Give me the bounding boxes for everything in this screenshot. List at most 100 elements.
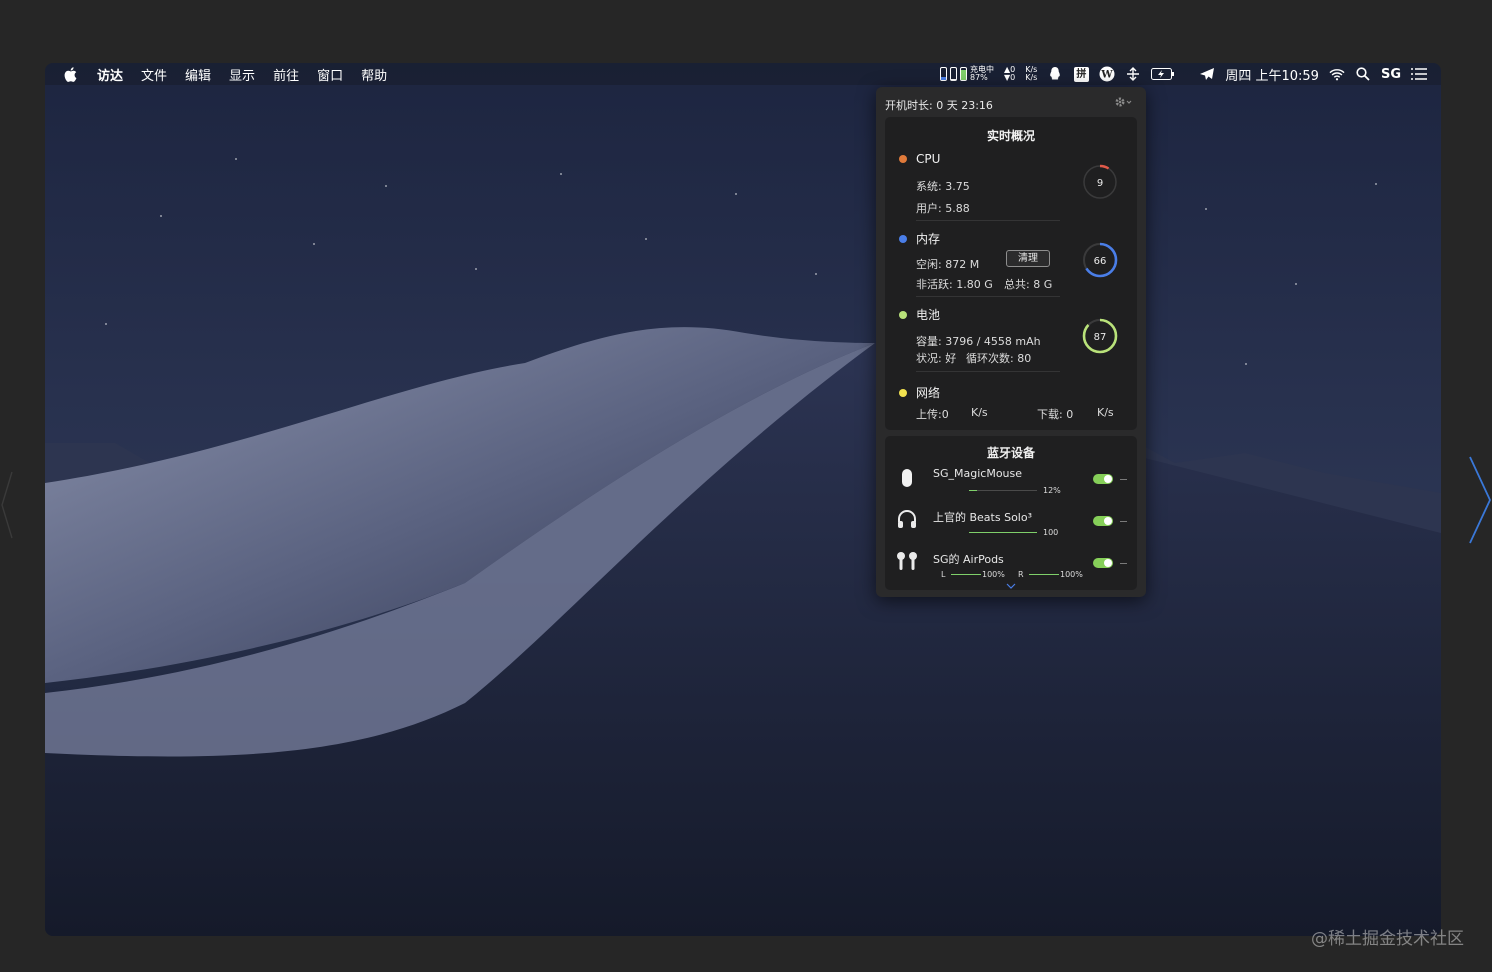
battery-ring-value: 87: [1094, 332, 1107, 343]
divider: [916, 371, 1060, 372]
bluetooth-device-row[interactable]: 上官的 Beats Solo³ 100: [885, 506, 1137, 548]
device-level: 100: [1043, 528, 1059, 537]
battery-dot: [899, 310, 907, 319]
cpu-ring-value: 9: [1097, 178, 1103, 189]
chevron-right-icon[interactable]: [1468, 455, 1492, 545]
menu-help[interactable]: 帮助: [361, 65, 387, 84]
right-label: R: [1018, 570, 1024, 579]
left-level-fill: [951, 574, 981, 575]
battery-section-header: 电池: [899, 306, 940, 323]
network-upload: 上传:0: [916, 408, 949, 421]
desktop: 访达 文件 编辑 显示 前往 窗口 帮助 充电中 87% ▲0 ▼0 K/s K/s …: [45, 63, 1441, 936]
network-label: 网络: [916, 386, 941, 400]
left-label: L: [941, 570, 946, 579]
watermark: @稀土掘金技术社区: [1311, 929, 1464, 949]
device-toggle[interactable]: [1093, 558, 1113, 568]
memory-dot: [899, 234, 907, 243]
clean-memory-button[interactable]: 清理: [1006, 250, 1050, 267]
left-level: 100%: [982, 570, 1005, 579]
net-arrows[interactable]: ▲0 ▼0: [1004, 66, 1015, 82]
chevron-left-icon[interactable]: [0, 470, 14, 540]
memory-free: 空闲: 872 M: [916, 258, 980, 271]
gear-icon[interactable]: [1114, 96, 1134, 112]
device-toggle[interactable]: [1093, 516, 1113, 526]
net-unit-bottom: K/s: [1025, 73, 1038, 82]
wallpaper: [45, 327, 1441, 936]
memory-ring: 66: [1082, 242, 1118, 278]
divider: [916, 296, 1060, 297]
battery-pct: 87%: [969, 73, 988, 82]
divider: [916, 220, 1060, 221]
memory-label: 内存: [916, 232, 941, 246]
menu-view[interactable]: 显示: [229, 65, 255, 84]
system-monitor-status[interactable]: 充电中 87%: [939, 66, 994, 82]
paper-plane-icon[interactable]: [1199, 66, 1215, 82]
menu-edit[interactable]: 编辑: [185, 65, 211, 84]
level-track: [969, 490, 1037, 491]
ime-label: 拼: [1073, 66, 1089, 82]
disconnect-dash[interactable]: [1120, 479, 1127, 480]
cpu-system: 系统: 3.75: [916, 180, 970, 193]
apple-logo-icon[interactable]: [64, 66, 80, 82]
right-level-fill: [1029, 574, 1059, 575]
status-area: 充电中 87% ▲0 ▼0 K/s K/s 拼 W 周四 上午10:59 SG: [939, 63, 1427, 85]
cpu-label: CPU: [916, 152, 941, 166]
network-download-unit: K/s: [1097, 406, 1114, 419]
battery-cycles: 循环次数: 80: [966, 352, 1032, 365]
device-name: SG的 AirPods: [933, 553, 1004, 566]
battery-charging-icon[interactable]: [1151, 66, 1175, 82]
level-fill: [969, 490, 978, 491]
right-level: 100%: [1060, 570, 1083, 579]
menu-finder[interactable]: 访达: [97, 65, 123, 84]
cpu-ring: 9: [1082, 164, 1118, 200]
wifi-icon[interactable]: [1329, 66, 1345, 82]
memory-inactive: 非活跃: 1.80 G: [916, 278, 993, 291]
ime-icon[interactable]: 拼: [1073, 66, 1089, 82]
battery-bar-icon: [959, 67, 967, 81]
battery-capacity: 容量: 3796 / 4558 mAh: [916, 335, 1041, 348]
disconnect-dash[interactable]: [1120, 563, 1127, 564]
qq-icon[interactable]: [1047, 66, 1063, 82]
mouse-icon: [902, 469, 912, 487]
memory-section-header: 内存: [899, 230, 940, 247]
memory-ring-value: 66: [1094, 256, 1107, 267]
bluetooth-title: 蓝牙设备: [986, 446, 1035, 460]
charging-status: 充电中 87%: [970, 66, 994, 82]
battery-label: 电池: [916, 308, 941, 322]
device-toggle[interactable]: [1093, 474, 1113, 484]
svg-text:W: W: [1101, 70, 1114, 81]
menu-go[interactable]: 前往: [273, 65, 299, 84]
chevron-down-icon[interactable]: [1006, 583, 1016, 589]
bluetooth-device-row[interactable]: SG_MagicMouse 12%: [885, 464, 1137, 506]
system-monitor-panel: 开机时长: 0 天 23:16 实时概况 CPU 系统: 3.75 用户: 5.…: [876, 87, 1146, 597]
menu-file[interactable]: 文件: [141, 65, 167, 84]
headphones-icon: [898, 510, 916, 528]
network-upload-unit: K/s: [971, 406, 988, 419]
level-fill: [969, 532, 1037, 533]
bluetooth-card: 蓝牙设备 SG_MagicMouse 12% 上官的 Beats Solo³ 1…: [885, 436, 1137, 590]
search-icon[interactable]: [1355, 66, 1371, 82]
user-name[interactable]: SG: [1381, 67, 1401, 82]
device-name: SG_MagicMouse: [933, 467, 1023, 480]
network-dot: [899, 388, 907, 397]
cpu-user: 用户: 5.88: [916, 202, 970, 215]
share-icon[interactable]: [1125, 66, 1141, 82]
wordpress-icon[interactable]: W: [1099, 66, 1115, 82]
menu-bar: 访达 文件 编辑 显示 前往 窗口 帮助 充电中 87% ▲0 ▼0 K/s K/s …: [45, 63, 1441, 85]
realtime-title: 实时概况: [986, 129, 1035, 143]
clock[interactable]: 周四 上午10:59: [1225, 65, 1319, 84]
memory-total: 总共: 8 G: [1004, 278, 1053, 291]
menu-window[interactable]: 窗口: [317, 65, 343, 84]
network-section-header: 网络: [899, 384, 940, 401]
mem-bar-icon: [949, 67, 957, 81]
network-download: 下载: 0: [1037, 408, 1074, 421]
net-units: K/s K/s: [1025, 66, 1037, 82]
cpu-section-header: CPU: [899, 152, 940, 166]
device-name: 上官的 Beats Solo³: [933, 511, 1032, 524]
menu-list-icon[interactable]: [1411, 66, 1427, 82]
disconnect-dash[interactable]: [1120, 521, 1127, 522]
airpods-icon: [897, 552, 917, 570]
realtime-card: 实时概况 CPU 系统: 3.75 用户: 5.88 9 内存 空闲: 872 …: [885, 117, 1137, 430]
cpu-dot: [899, 155, 907, 163]
battery-ring: 87: [1082, 318, 1118, 354]
